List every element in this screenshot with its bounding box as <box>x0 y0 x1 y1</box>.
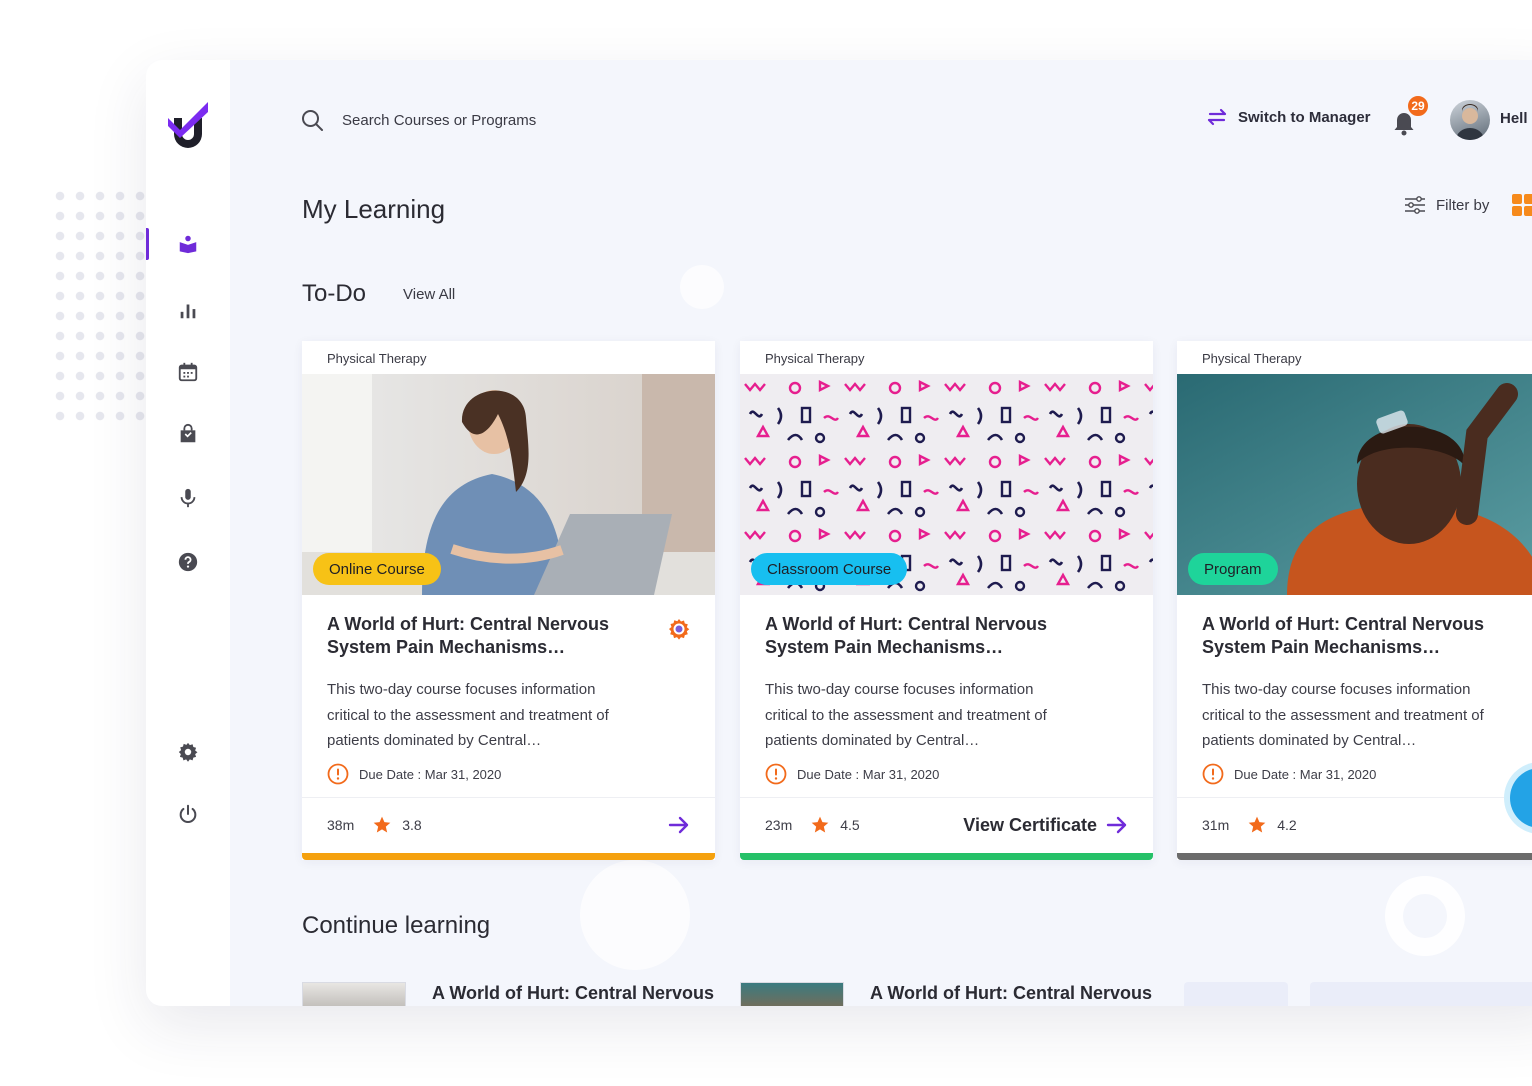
continue-item[interactable]: A World of Hurt: Central Nervous System … <box>302 982 722 1006</box>
card-divider <box>1177 797 1532 798</box>
placeholder-block <box>1184 982 1288 1006</box>
card-divider <box>740 797 1153 798</box>
star-icon <box>811 816 829 833</box>
card-description: This two-day course focuses information … <box>327 681 609 749</box>
continue-item[interactable]: A World of Hurt: Central Nervous System … <box>740 982 1160 1006</box>
due-date-text: Due Date : Mar 31, 2020 <box>359 766 502 782</box>
decorative-circle <box>580 860 690 970</box>
duration: 23m <box>765 817 793 833</box>
nav-podcasts[interactable] <box>146 478 230 518</box>
user-avatar-icon <box>1456 104 1484 140</box>
sidebar <box>146 60 230 1006</box>
due-date-text: Due Date : Mar 31, 2020 <box>1234 766 1377 782</box>
card-category: Physical Therapy <box>1202 351 1302 366</box>
due-date: Due Date : Mar 31, 2020 <box>765 763 939 785</box>
avatar[interactable] <box>1450 100 1490 140</box>
gear-icon <box>178 742 198 762</box>
swap-arrows-icon <box>1207 108 1227 126</box>
alert-circle-icon <box>327 763 349 785</box>
nav-my-learning[interactable] <box>146 224 230 264</box>
alert-circle-icon <box>1202 763 1224 785</box>
continue-thumbnail <box>740 982 844 1006</box>
arrow-right-icon[interactable] <box>1105 813 1129 837</box>
search-bar <box>300 108 602 132</box>
nav-help[interactable] <box>146 542 230 582</box>
todo-section-title: To-Do <box>302 280 367 307</box>
microphone-icon <box>180 488 196 508</box>
card-category: Physical Therapy <box>327 351 427 366</box>
filter-button[interactable]: Filter by <box>1404 194 1489 216</box>
power-icon <box>179 804 197 823</box>
continue-thumbnail <box>302 982 406 1006</box>
badge-icon <box>669 619 690 640</box>
rating: 3.8 <box>402 817 422 833</box>
search-input[interactable] <box>342 111 602 129</box>
decorative-circle <box>680 265 724 309</box>
switch-to-manager-label: Switch to Manager <box>1238 108 1371 126</box>
notifications-button[interactable]: 29 <box>1392 94 1430 136</box>
app-window: Switch to Manager 29 Hell My Learning Fi… <box>146 60 1532 1006</box>
course-card[interactable]: Physical Therapy Classroom Course A Worl… <box>740 341 1153 860</box>
view-certificate-link[interactable]: View Certificate <box>963 815 1097 836</box>
duration: 31m <box>1202 817 1230 833</box>
course-card[interactable]: Physical Therapy Program A World of Hurt… <box>1177 341 1532 860</box>
filter-sliders-icon <box>1405 196 1425 214</box>
star-icon <box>1248 816 1266 833</box>
card-progress-bar <box>302 853 715 860</box>
grid-view-toggle[interactable] <box>1512 194 1532 216</box>
bar-chart-icon <box>180 304 196 319</box>
card-category: Physical Therapy <box>765 351 865 366</box>
nav-store[interactable] <box>146 414 230 454</box>
alert-circle-icon <box>765 763 787 785</box>
card-title[interactable]: A World of Hurt: Central Nervous System … <box>327 613 647 659</box>
calendar-icon <box>178 362 198 382</box>
continue-learning-title: Continue learning <box>302 912 491 939</box>
card-meta: 23m 4.5 <box>765 815 860 835</box>
card-description: This two-day course focuses information … <box>765 681 1047 749</box>
stage: Switch to Manager 29 Hell My Learning Fi… <box>0 0 1532 1086</box>
nav-settings[interactable] <box>146 732 230 772</box>
notification-count-badge: 29 <box>1406 94 1430 118</box>
rating: 4.2 <box>1277 817 1297 833</box>
nav-reports[interactable] <box>146 290 230 330</box>
card-divider <box>302 797 715 798</box>
course-type-pill: Program <box>1188 553 1278 585</box>
course-type-pill: Online Course <box>313 553 441 585</box>
card-progress-bar <box>1177 853 1532 860</box>
continue-item-title: A World of Hurt: Central Nervous System … <box>870 983 1153 1003</box>
switch-to-manager-button[interactable]: Switch to Manager <box>1206 108 1371 126</box>
main-content: Switch to Manager 29 Hell My Learning Fi… <box>230 60 1532 1006</box>
view-all-link[interactable]: View All <box>403 286 455 303</box>
course-type-pill: Classroom Course <box>751 553 908 585</box>
continue-item-title: A World of Hurt: Central Nervous System … <box>432 983 715 1003</box>
app-logo[interactable] <box>166 100 210 156</box>
card-title[interactable]: A World of Hurt: Central Nervous System … <box>1202 613 1522 659</box>
card-progress-bar <box>740 853 1153 860</box>
decorative-ring <box>1385 876 1465 956</box>
card-title[interactable]: A World of Hurt: Central Nervous System … <box>765 613 1085 659</box>
rating: 4.5 <box>840 817 860 833</box>
duration: 38m <box>327 817 355 833</box>
star-icon <box>373 816 391 833</box>
due-date-text: Due Date : Mar 31, 2020 <box>797 766 940 782</box>
due-date: Due Date : Mar 31, 2020 <box>1202 763 1376 785</box>
course-card[interactable]: Physical Therapy Online Course A World o… <box>302 341 715 860</box>
arrow-right-icon[interactable] <box>667 813 691 837</box>
placeholder-block <box>1310 982 1532 1006</box>
greeting-text[interactable]: Hell <box>1500 110 1528 127</box>
decorative-dots <box>50 186 150 426</box>
help-icon <box>178 552 198 572</box>
due-date: Due Date : Mar 31, 2020 <box>327 763 501 785</box>
search-icon[interactable] <box>300 108 324 132</box>
card-meta: 38m 3.8 <box>327 815 422 835</box>
filter-label: Filter by <box>1436 196 1490 214</box>
page-title: My Learning <box>302 194 446 224</box>
nav-calendar[interactable] <box>146 352 230 392</box>
card-description: This two-day course focuses information … <box>1202 681 1484 749</box>
card-meta: 31m 4.2 <box>1202 815 1297 835</box>
shopping-bag-icon <box>180 423 196 443</box>
learning-book-icon <box>179 235 197 254</box>
nav-logout[interactable] <box>146 794 230 834</box>
